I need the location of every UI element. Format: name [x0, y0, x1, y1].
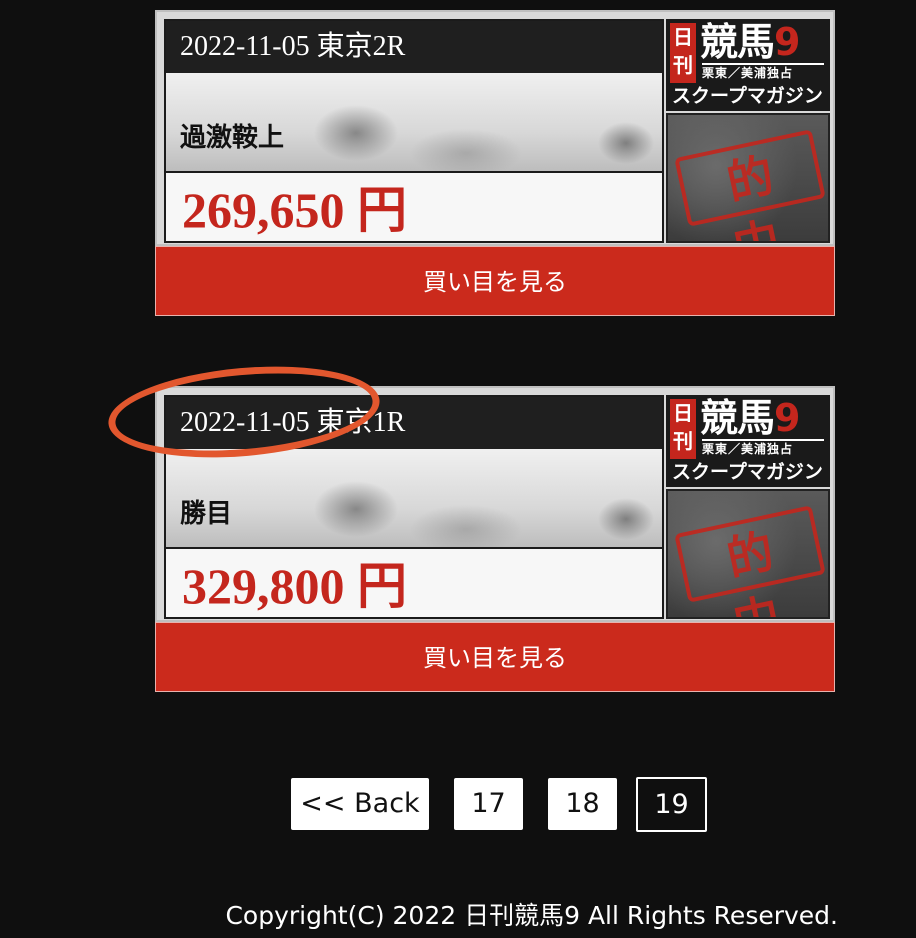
hit-stamp-box: 的中	[666, 489, 830, 619]
page-link-18[interactable]: 18	[548, 778, 617, 830]
logo-title: 競馬9	[700, 395, 800, 441]
brand-logo: 日刊 競馬9 栗東／美浦独占 スクープマガジン	[666, 19, 830, 111]
logo-tagline: スクープマガジン	[672, 85, 823, 107]
race-photo	[166, 449, 662, 547]
race-date: 2022-11-05 東京1R	[166, 397, 662, 449]
logo-nine: 9	[774, 396, 800, 440]
hit-stamp: 的中	[674, 505, 826, 617]
result-card-info: 2022-11-05 東京2R 過激鞍上 269,650 円	[164, 19, 664, 243]
logo-subtitle: 栗東／美浦独占	[702, 439, 824, 457]
logo-nine: 9	[774, 20, 800, 64]
logo-subtitle: 栗東／美浦独占	[702, 63, 824, 81]
page-link-17[interactable]: 17	[454, 778, 523, 830]
logo-nikkan: 日刊	[670, 399, 696, 459]
result-card-info: 2022-11-05 東京1R 勝目 329,800 円	[164, 395, 664, 619]
logo-tagline: スクープマガジン	[672, 461, 823, 483]
view-picks-button[interactable]: 買い目を見る	[155, 622, 835, 692]
logo-main-text: 競馬	[700, 20, 775, 64]
result-card: 2022-11-05 東京1R 勝目 329,800 円 日刊 競馬9 栗東／美…	[155, 386, 835, 692]
bet-name: 過激鞍上	[180, 123, 285, 152]
hit-stamp-box: 的中	[666, 113, 830, 243]
page: 2022-11-05 東京2R 過激鞍上 269,650 円 日刊 競馬9 栗東…	[0, 0, 916, 938]
copyright-text: Copyright(C) 2022 日刊競馬9 All Rights Reser…	[225, 901, 838, 930]
payout-amount: 269,650 円	[166, 171, 662, 241]
logo-title: 競馬9	[700, 19, 800, 65]
page-link-19-current[interactable]: 19	[636, 777, 707, 832]
bet-name: 勝目	[180, 499, 233, 528]
back-button[interactable]: << Back	[291, 778, 429, 830]
result-card: 2022-11-05 東京2R 過激鞍上 269,650 円 日刊 競馬9 栗東…	[155, 10, 835, 316]
pagination: << Back 17 18 19	[0, 777, 916, 832]
logo-nikkan: 日刊	[670, 23, 696, 83]
payout-amount: 329,800 円	[166, 547, 662, 617]
result-card-frame: 2022-11-05 東京2R 過激鞍上 269,650 円 日刊 競馬9 栗東…	[155, 10, 835, 246]
brand-logo: 日刊 競馬9 栗東／美浦独占 スクープマガジン	[666, 395, 830, 487]
result-card-frame: 2022-11-05 東京1R 勝目 329,800 円 日刊 競馬9 栗東／美…	[155, 386, 835, 622]
race-date: 2022-11-05 東京2R	[166, 21, 662, 73]
logo-main-text: 競馬	[700, 396, 775, 440]
hit-stamp: 的中	[674, 129, 826, 241]
view-picks-button[interactable]: 買い目を見る	[155, 246, 835, 316]
